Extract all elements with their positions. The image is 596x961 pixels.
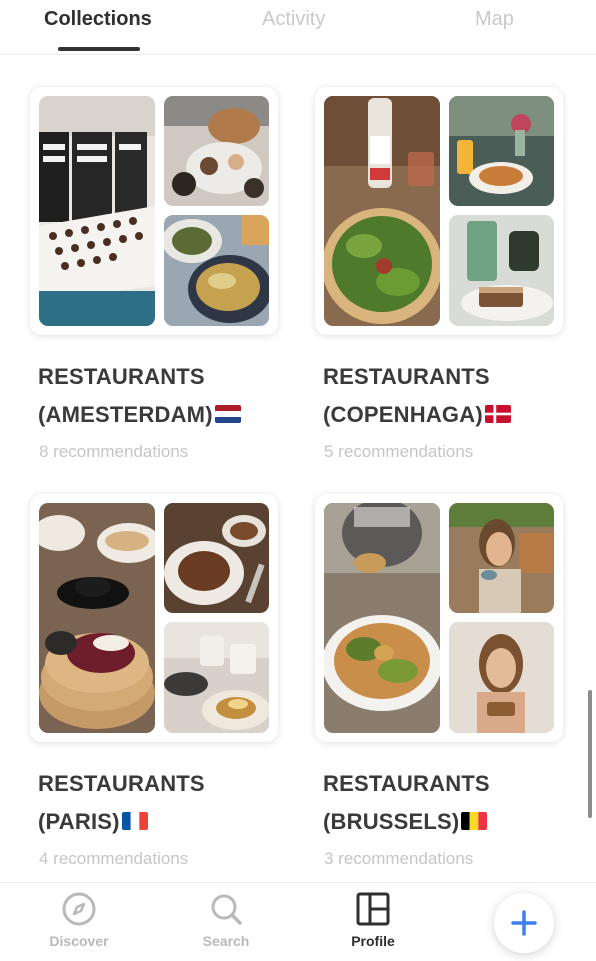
tab-collections[interactable]: Collections (44, 8, 152, 31)
collection-photo (449, 622, 554, 733)
recommendation-count: 8 recommendations (39, 442, 189, 461)
bottom-navigation: Discover Search Profile (0, 882, 596, 961)
belgium-flag-icon (461, 812, 488, 830)
recommendation-count: 4 recommendations (39, 849, 189, 868)
recommendation-count: 3 recommendations (324, 849, 474, 868)
top-tab-bar: Collections Activity Map (0, 0, 596, 55)
collection-title[interactable]: RESTAURANTS (BRUSSELS) (323, 765, 583, 841)
collection-photo (164, 503, 269, 613)
tab-activity[interactable]: Activity (262, 8, 325, 31)
netherlands-flag-icon (214, 405, 241, 423)
collection-photo (39, 503, 155, 733)
collection-title[interactable]: RESTAURANTS (AMESTERDAM) (38, 358, 298, 434)
plus-icon (511, 910, 537, 936)
collection-photo (449, 503, 554, 613)
collection-title[interactable]: RESTAURANTS (PARIS) (38, 765, 298, 841)
compass-icon (62, 892, 96, 926)
layout-grid-icon (356, 892, 390, 926)
collection-photo (164, 96, 269, 206)
nav-label: Search (202, 933, 250, 949)
add-button[interactable] (494, 893, 554, 953)
collection-photo (164, 622, 269, 733)
nav-search[interactable]: Search (171, 891, 281, 949)
nav-profile[interactable]: Profile (318, 891, 428, 949)
denmark-flag-icon (484, 405, 511, 423)
nav-discover[interactable]: Discover (24, 891, 134, 949)
recommendation-count: 5 recommendations (324, 442, 474, 461)
collection-photo (164, 215, 269, 326)
search-icon (211, 894, 242, 925)
nav-label: Profile (351, 933, 395, 949)
collection-card-paris[interactable] (30, 494, 278, 742)
collection-photo (449, 215, 554, 326)
collection-photo (324, 503, 440, 733)
collection-photo (449, 96, 554, 206)
collection-card-amsterdam[interactable] (30, 87, 278, 335)
collection-photo (39, 96, 155, 326)
collection-photo (324, 96, 440, 326)
active-tab-indicator (58, 47, 140, 51)
collection-card-brussels[interactable] (315, 494, 563, 742)
collection-title[interactable]: RESTAURANTS (COPENHAGA) (323, 358, 583, 434)
nav-label: Discover (49, 933, 109, 949)
tab-map[interactable]: Map (475, 8, 514, 31)
collection-card-copenhagen[interactable] (315, 87, 563, 335)
france-flag-icon (121, 812, 148, 830)
scrollbar[interactable] (588, 690, 592, 818)
